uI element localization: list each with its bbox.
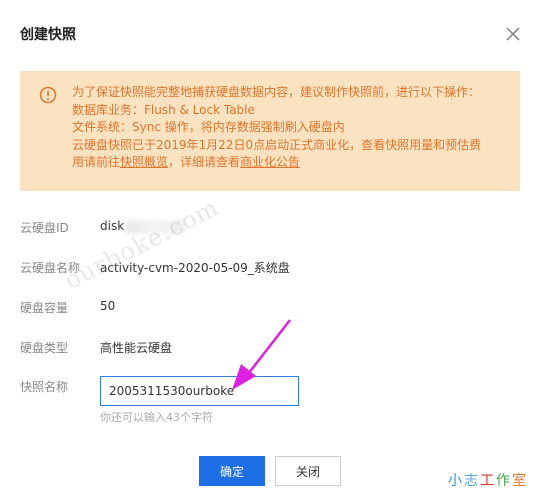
- field-label: 云硬盘ID: [20, 221, 69, 235]
- watermark-char: 工: [480, 473, 496, 489]
- confirm-button[interactable]: 确定: [199, 456, 265, 486]
- notice-line: 为了保证快照能完整地捕获硬盘数据内容，建议制作快照前，进行以下操作：: [72, 85, 481, 99]
- field-label: 硬盘容量: [20, 301, 69, 315]
- watermark-corner: 小志工作室: [448, 470, 528, 490]
- notice-text: 为了保证快照能完整地捕获硬盘数据内容，建议制作快照前，进行以下操作： 数据库业务…: [72, 84, 512, 172]
- notice-line: 数据库业务：Flush & Lock Table: [72, 102, 255, 117]
- warning-icon: [39, 86, 57, 104]
- notice-text-segment: 用请前往: [72, 155, 121, 169]
- watermark-char: 志: [464, 473, 480, 489]
- field-value: 50: [100, 299, 116, 313]
- notice-box: 为了保证快照能完整地捕获硬盘数据内容，建议制作快照前，进行以下操作： 数据库业务…: [20, 71, 520, 191]
- notice-line: 云硬盘快照已于2019年1月22日0点启动正式商业化，查看快照用量和预估费: [72, 137, 482, 152]
- disk-id-text: disk: [100, 219, 125, 233]
- watermark-diagonal: ourboke.com: [60, 193, 224, 295]
- notice-line: 文件系统：Sync 操作，将内存数据强制刷入硬盘内: [72, 120, 345, 134]
- field-label: 快照名称: [20, 380, 69, 394]
- snapshot-name-input[interactable]: [100, 376, 299, 406]
- snapshot-overview-link[interactable]: 快照概览: [120, 155, 168, 169]
- close-icon[interactable]: [503, 24, 523, 44]
- create-snapshot-dialog: 创建快照 为了保证快照能完整地捕获硬盘数据内容，建议制作快照前，进行以下操作： …: [0, 0, 533, 502]
- watermark-char: 室: [512, 473, 528, 489]
- field-label: 硬盘类型: [20, 341, 69, 355]
- input-hint: 你还可以输入43个字符: [100, 411, 213, 424]
- commercial-announcement-link[interactable]: 商业化公告: [240, 155, 300, 169]
- watermark-char: 小: [448, 473, 464, 489]
- notice-line: 用请前往快照概览，详细请查看商业化公告: [72, 154, 512, 172]
- dialog-title: 创建快照: [20, 27, 76, 43]
- field-value: 高性能云硬盘: [100, 341, 173, 355]
- close-button[interactable]: 关闭: [275, 456, 341, 486]
- watermark-char: 作: [496, 473, 512, 489]
- notice-text-segment: ，详细请查看: [168, 155, 241, 169]
